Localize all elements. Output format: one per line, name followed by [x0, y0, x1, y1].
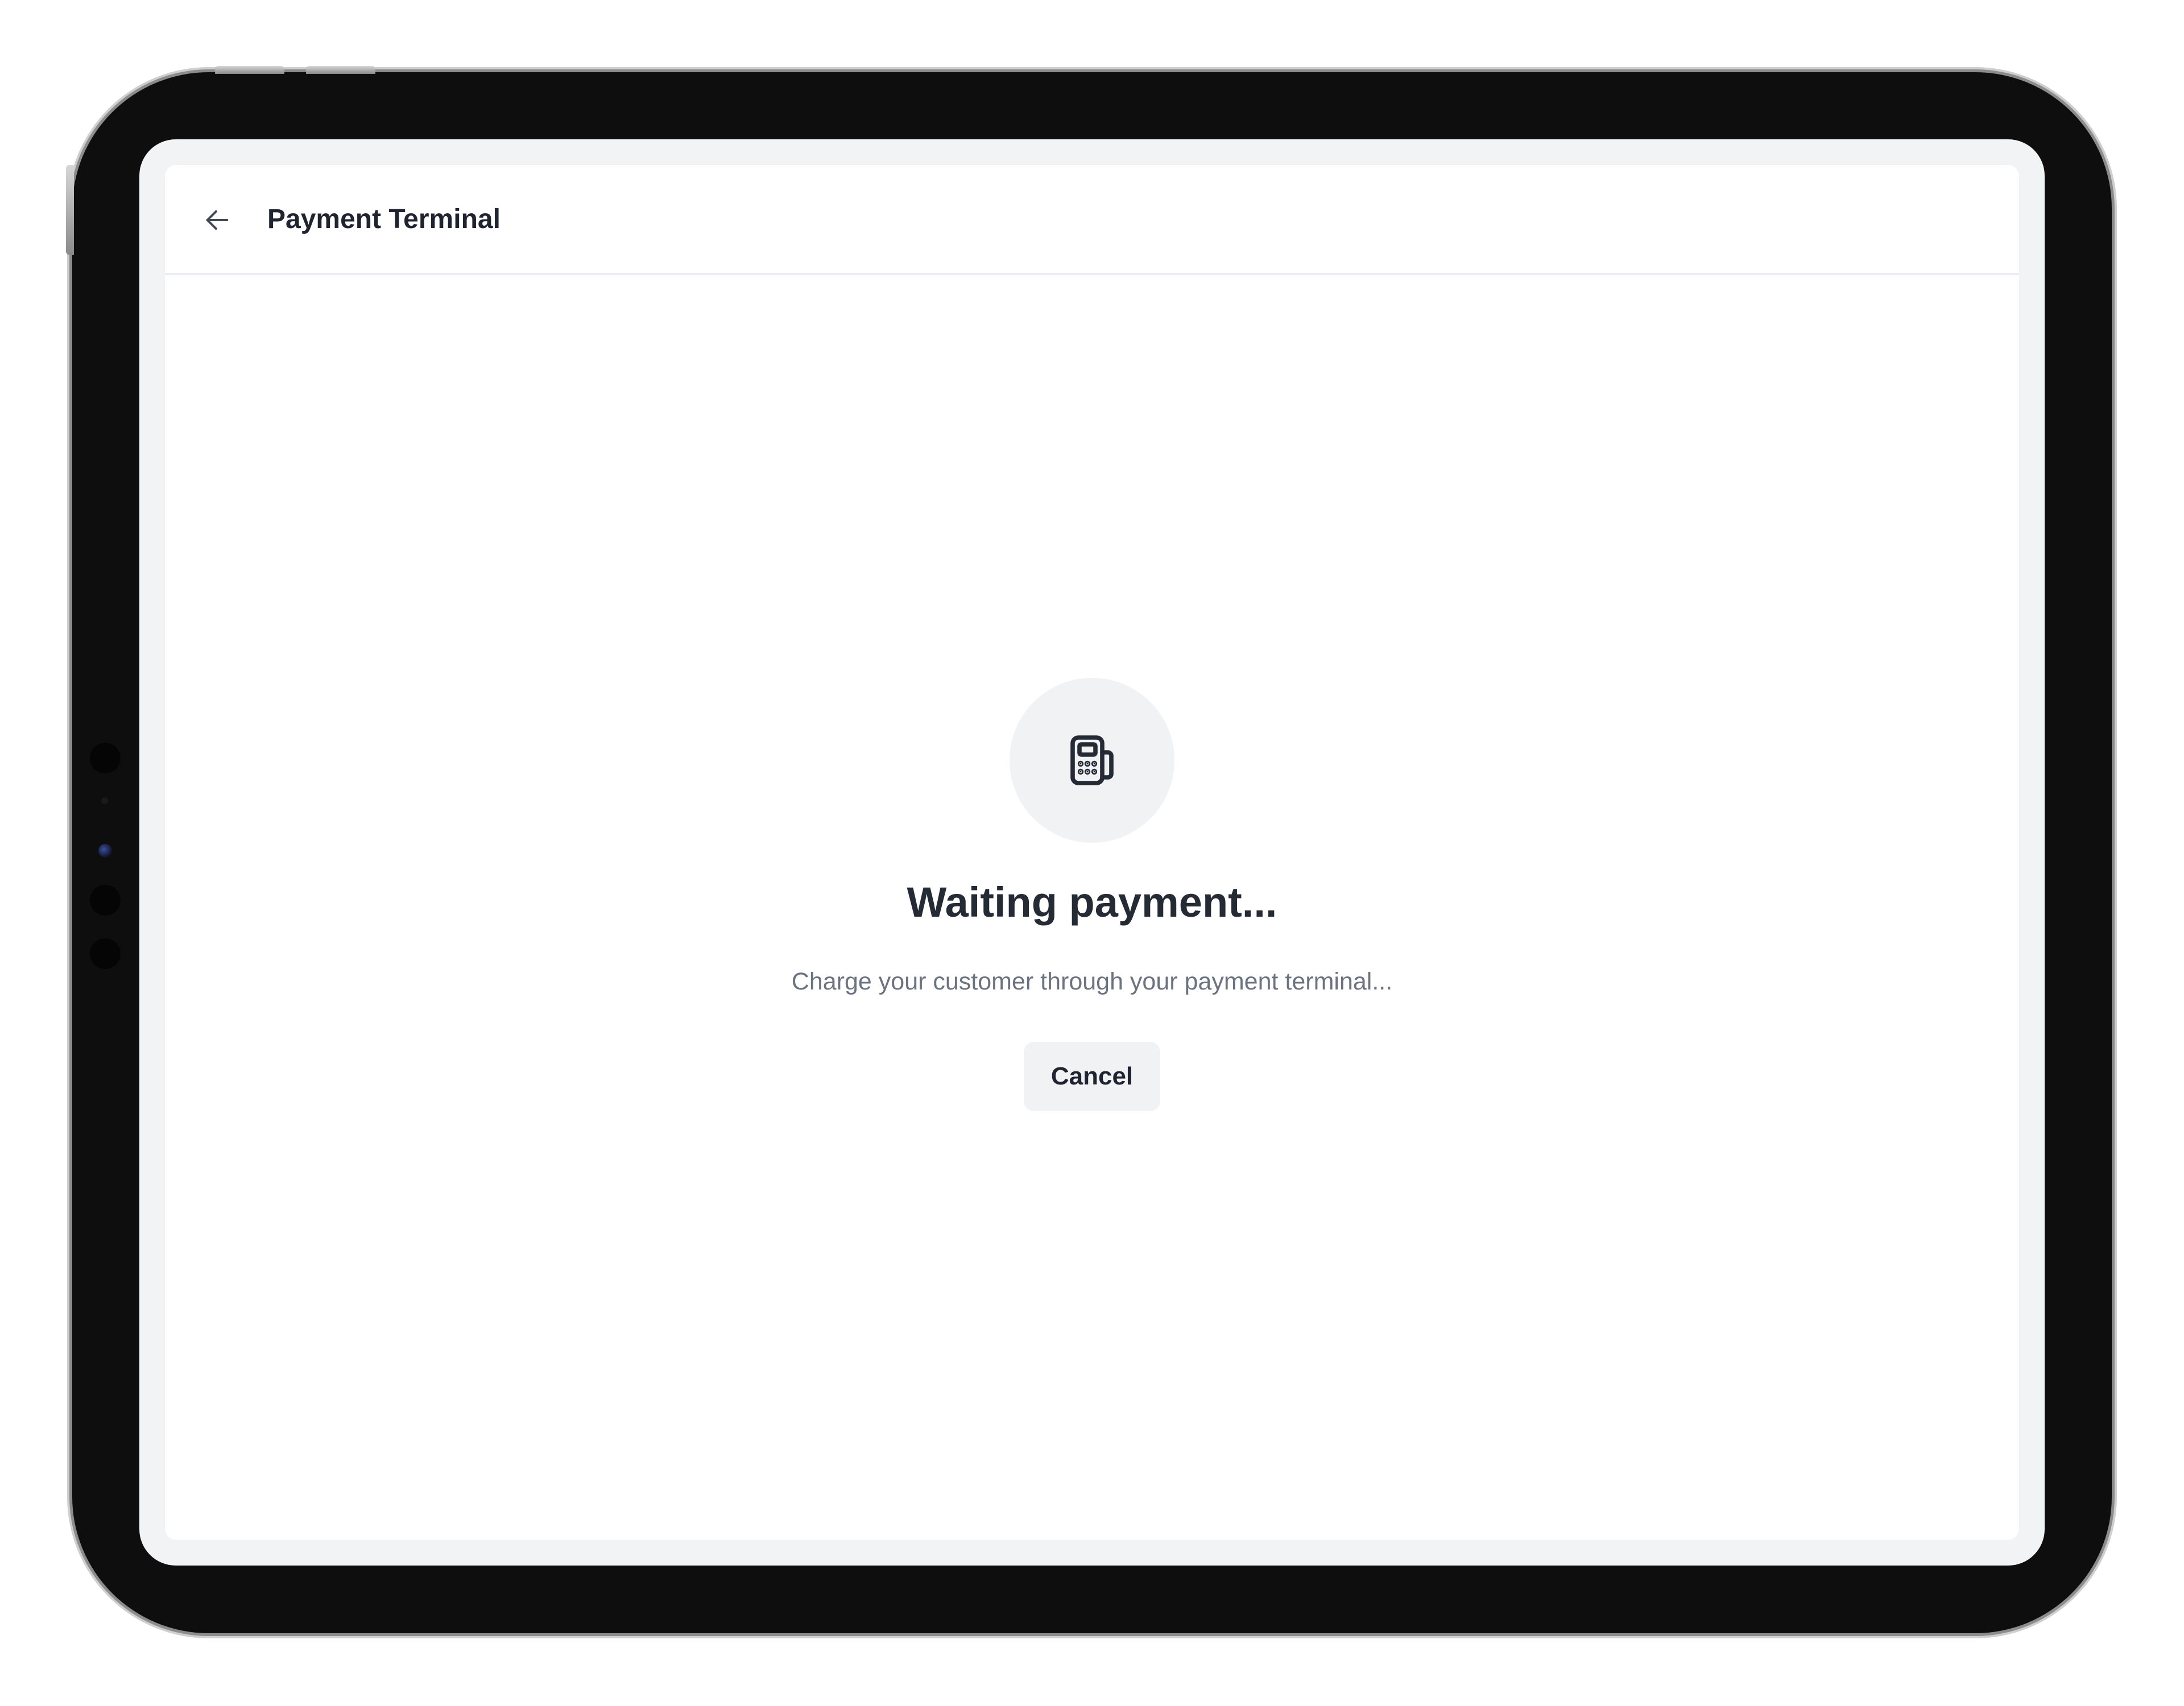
payment-terminal-icon — [1070, 735, 1114, 785]
side-button — [66, 165, 74, 255]
waiting-payment-state: Waiting payment... Charge your customer … — [165, 165, 2019, 1540]
status-heading: Waiting payment... — [907, 879, 1277, 926]
status-message: Charge your customer through your paymen… — [791, 968, 1393, 995]
front-sensor — [90, 938, 121, 969]
front-camera — [98, 844, 112, 858]
front-sensor — [90, 743, 121, 773]
status-icon-badge — [1010, 678, 1174, 843]
top-button — [306, 66, 375, 74]
screen: Payment Terminal Waiting payment... Char… — [139, 139, 2045, 1566]
payment-terminal-panel: Payment Terminal Waiting payment... Char… — [165, 165, 2019, 1540]
front-sensor — [101, 797, 108, 804]
cancel-button[interactable]: Cancel — [1024, 1042, 1160, 1111]
front-sensor — [90, 885, 121, 916]
top-button — [215, 66, 284, 74]
